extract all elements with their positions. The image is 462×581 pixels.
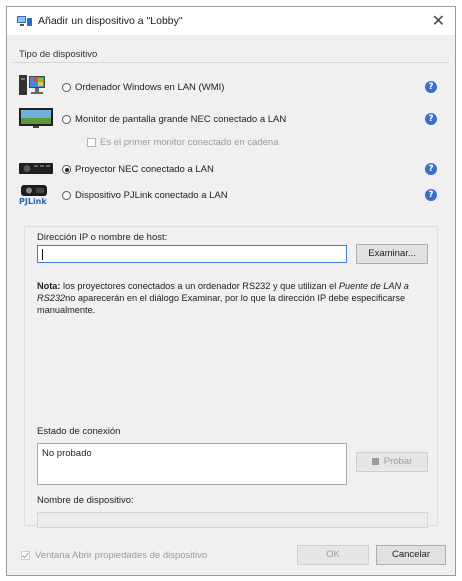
ok-button[interactable]: OK (297, 545, 369, 565)
help-icon[interactable]: ? (425, 81, 437, 93)
option-label-pjlink: Dispositivo PJLink conectado a LAN (75, 190, 228, 201)
open-properties-label: Ventana Abrir propiedades de dispositivo (35, 550, 208, 561)
help-icon[interactable]: ? (425, 163, 437, 175)
device-type-group-label: Tipo de dispositivo (19, 49, 98, 60)
connection-status-box: No probado (37, 443, 347, 485)
window-title: Añadir un dispositivo a "Lobby" (38, 15, 183, 27)
pjlink-logo: PJLink (19, 197, 47, 206)
first-chained-monitor-label: Es el primer monitor conectado en cadena (100, 137, 279, 148)
help-icon[interactable]: ? (425, 113, 437, 125)
first-chained-monitor-checkbox[interactable] (87, 138, 96, 147)
option-label-projector: Proyector NEC conectado a LAN (75, 164, 214, 175)
test-button[interactable]: Probar (356, 452, 428, 472)
radio-windows[interactable] (62, 83, 71, 92)
group-divider (13, 62, 449, 63)
test-icon (371, 458, 379, 465)
option-label-monitor: Monitor de pantalla grande NEC conectado… (75, 114, 287, 125)
connection-status-label: Estado de conexión (37, 426, 121, 437)
open-properties-checkbox[interactable] (21, 551, 30, 560)
close-icon[interactable]: ✕ (432, 11, 445, 31)
device-name-field[interactable] (37, 512, 428, 528)
device-name-label: Nombre de dispositivo: (37, 495, 134, 506)
radio-monitor[interactable] (62, 115, 71, 124)
monitor-icon (19, 108, 53, 128)
projector-icon (19, 163, 53, 174)
radio-pjlink[interactable] (62, 191, 71, 200)
pjlink-icon (21, 185, 47, 196)
browse-button[interactable]: Examinar... (356, 244, 428, 264)
check-icon (22, 552, 29, 559)
ip-host-input[interactable] (37, 245, 347, 263)
cancel-button[interactable]: Cancelar (376, 545, 446, 565)
option-row-monitor[interactable]: Monitor de pantalla grande NEC conectado… (19, 108, 445, 130)
app-icon (17, 16, 32, 26)
option-row-windows[interactable]: Ordenador Windows en LAN (WMI) ? (19, 75, 445, 98)
radio-projector[interactable] (62, 165, 71, 174)
connection-status-value: No probado (42, 448, 92, 459)
ip-label: Dirección IP o nombre de host: (37, 232, 168, 243)
text-caret (42, 249, 43, 260)
option-label-windows: Ordenador Windows en LAN (WMI) (75, 82, 225, 93)
computer-icon (19, 75, 45, 95)
option-row-projector[interactable]: Proyector NEC conectado a LAN ? (19, 160, 445, 180)
help-icon[interactable]: ? (425, 189, 437, 201)
rs232-note: Nota: los proyectores conectados a un or… (37, 281, 409, 315)
option-row-pjlink[interactable]: PJLink Dispositivo PJLink conectado a LA… (19, 185, 445, 206)
title-bar: Añadir un dispositivo a "Lobby" ✕ (7, 7, 455, 35)
